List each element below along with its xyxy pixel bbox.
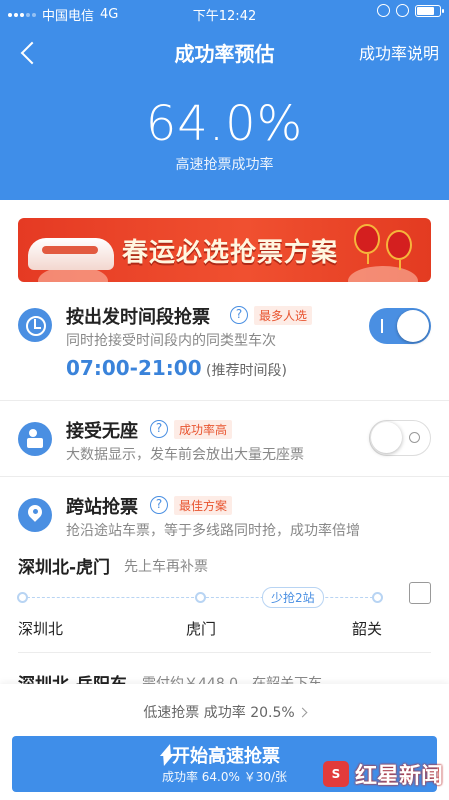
option-desc: 大数据显示，发车前会放出大量无座票 xyxy=(66,447,304,463)
lantern-icon xyxy=(386,230,412,270)
option-tag: 最佳方案 xyxy=(174,496,233,515)
low-speed-label: 低速抢票 成功率 20.5% xyxy=(143,705,295,721)
options-card: 春运必选抢票方案 按出发时间段抢票 ? 最多人选 同时抢接受时间段内的同类型车次… xyxy=(0,200,449,684)
chevron-right-icon xyxy=(297,707,308,718)
alarm-icon xyxy=(396,4,409,17)
status-right xyxy=(377,4,444,17)
success-rate-value: 64.0% xyxy=(145,96,304,152)
option-title: 跨站抢票 xyxy=(66,497,138,518)
watermark: S 红星新闻 xyxy=(322,758,443,790)
lightning-icon xyxy=(158,744,172,766)
watermark-logo: S xyxy=(322,761,349,787)
header: 成功率预估 成功率说明 64.0% 高速抢票成功率 xyxy=(0,26,449,200)
watermark-text: 红星新闻 xyxy=(354,764,443,789)
toggle-knob xyxy=(371,422,402,453)
station-dot xyxy=(195,592,206,603)
help-icon[interactable]: ? xyxy=(150,420,168,438)
time-range-toggle[interactable] xyxy=(369,308,431,344)
route-name: 深圳北-虎门 xyxy=(18,558,111,578)
time-range-value[interactable]: 07:00-21:00 xyxy=(66,356,202,380)
station-label: 韶关 xyxy=(352,620,383,638)
toggle-off-mark xyxy=(409,432,420,443)
station-dot xyxy=(372,592,383,603)
station-dot xyxy=(17,592,28,603)
option-title: 接受无座 xyxy=(66,421,138,442)
route-checkbox[interactable] xyxy=(409,582,431,604)
toggle-on-mark xyxy=(381,319,383,333)
option-title: 按出发时间段抢票 xyxy=(66,307,210,328)
option-desc: 抢沿途站车票，等于多线路同时抢，成功率倍增 xyxy=(66,523,360,539)
station-label: 虎门 xyxy=(186,620,217,638)
battery-level xyxy=(417,6,434,15)
clock-icon xyxy=(18,308,52,342)
banner-text: 春运必选抢票方案 xyxy=(122,238,339,268)
divider xyxy=(0,476,449,477)
divider xyxy=(18,652,431,653)
help-icon[interactable]: ? xyxy=(230,306,248,324)
train-icon xyxy=(28,238,114,270)
battery-icon xyxy=(415,4,444,17)
footer: 低速抢票 成功率 20.5% 开始高速抢票 成功率 64.0% ￥30/张 S … xyxy=(0,684,449,800)
option-desc: 同时抢接受时间段内的同类型车次 xyxy=(66,333,276,349)
low-speed-link[interactable]: 低速抢票 成功率 20.5% xyxy=(0,702,449,722)
divider xyxy=(0,400,449,401)
seat-icon xyxy=(18,422,52,456)
route-note: 先上车再补票 xyxy=(124,559,208,575)
hop-tag: 少抢2站 xyxy=(262,587,324,608)
station-label: 深圳北 xyxy=(18,620,64,638)
option-tag: 最多人选 xyxy=(254,306,313,325)
start-button-label: 开始高速抢票 xyxy=(172,746,280,767)
lantern-icon xyxy=(354,224,380,264)
toggle-knob xyxy=(397,310,429,342)
cloud-decoration xyxy=(348,266,418,282)
time-range-hint: (推荐时间段) xyxy=(206,363,287,379)
success-rate-label: 高速抢票成功率 xyxy=(175,157,274,173)
rotation-lock-icon xyxy=(377,4,390,17)
rate-explain-link[interactable]: 成功率说明 xyxy=(359,40,439,64)
no-seat-toggle[interactable] xyxy=(369,420,431,456)
option-tag: 成功率高 xyxy=(174,420,233,439)
route-note: 需付约￥448.0，在韶关下车 xyxy=(142,676,323,684)
route-name: 深圳北-岳阳东 xyxy=(18,670,127,684)
location-pin-icon xyxy=(18,498,52,532)
status-bar: 中国电信 4G 下午12:42 xyxy=(0,0,449,26)
help-icon[interactable]: ? xyxy=(150,496,168,514)
promo-banner[interactable]: 春运必选抢票方案 xyxy=(18,218,431,282)
